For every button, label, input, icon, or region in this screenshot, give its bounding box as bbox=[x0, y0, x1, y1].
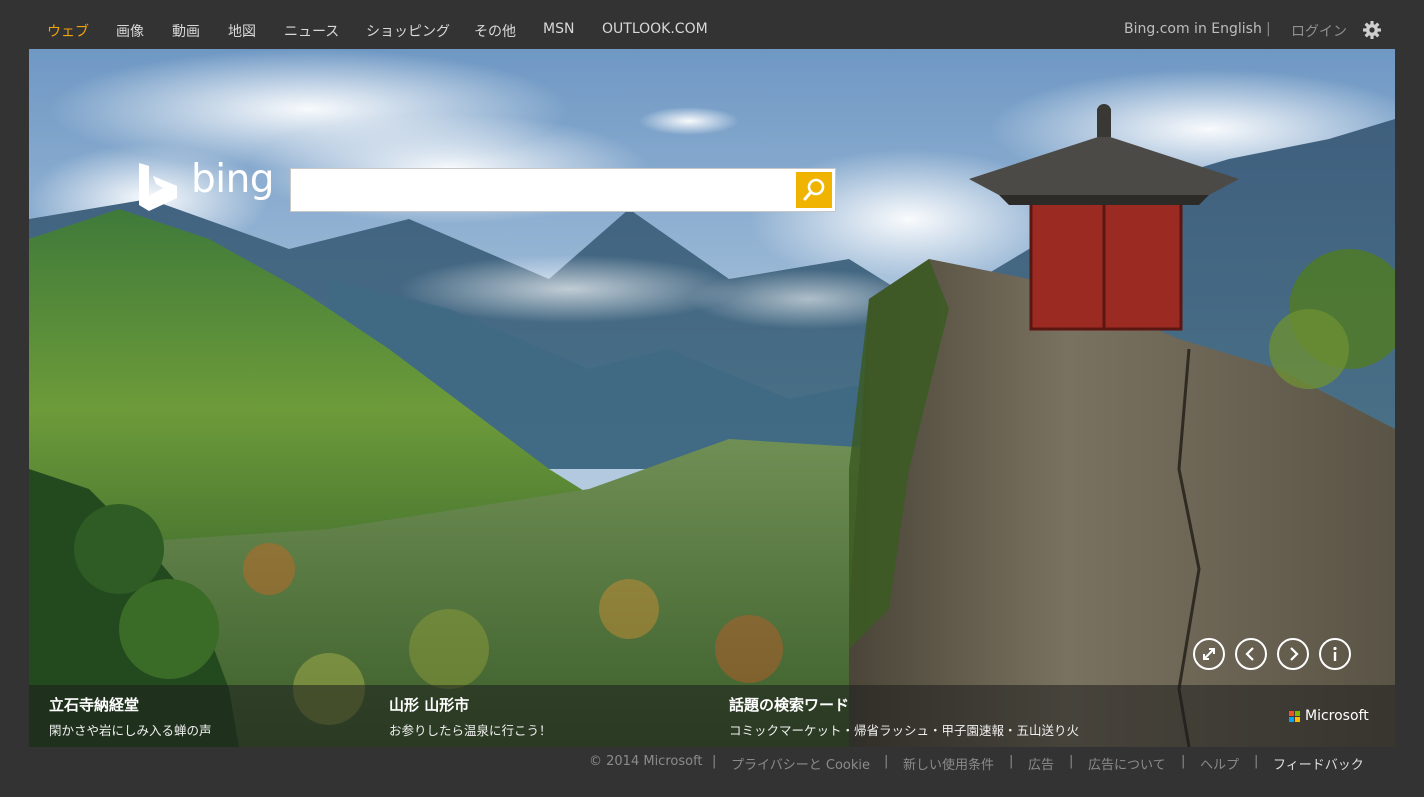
bing-logo-text: bing bbox=[191, 157, 275, 202]
search-button[interactable] bbox=[796, 172, 832, 208]
nav-web[interactable]: ウェブ bbox=[47, 21, 89, 41]
nav-outlook[interactable]: OUTLOOK.COM bbox=[602, 21, 708, 37]
footer-separator: | bbox=[884, 754, 889, 769]
expand-icon bbox=[1203, 648, 1215, 660]
caption-location-title: 立石寺納経堂 bbox=[49, 696, 140, 714]
next-icon bbox=[1290, 647, 1299, 661]
caption-area-title: 山形 山形市 bbox=[389, 696, 470, 714]
footer-separator: | bbox=[1009, 754, 1014, 769]
nav-videos[interactable]: 動画 bbox=[172, 21, 200, 41]
nav-more[interactable]: その他 bbox=[474, 21, 516, 41]
info-button[interactable] bbox=[1319, 638, 1351, 670]
footer-ads-link[interactable]: 広告 bbox=[1028, 754, 1054, 773]
next-image-button[interactable] bbox=[1277, 638, 1309, 670]
caption-trending-title: 話題の検索ワード bbox=[729, 696, 850, 714]
footer-privacy-link[interactable]: プライバシーと Cookie bbox=[731, 754, 870, 773]
nav-msn[interactable]: MSN bbox=[543, 21, 574, 37]
microsoft-squares-icon bbox=[1289, 711, 1301, 723]
footer: © 2014 Microsoft | プライバシーと Cookie | 新しい使… bbox=[0, 754, 1424, 774]
caption-bar: 立石寺納経堂 閑かさや岩にしみ入る蝉の声 山形 山形市 お参りしたら温泉に行こう… bbox=[29, 685, 1395, 747]
search-icon bbox=[803, 178, 825, 201]
footer-about-ads-link[interactable]: 広告について bbox=[1088, 754, 1166, 773]
nav-news[interactable]: ニュース bbox=[284, 21, 339, 41]
caption-trending-subtitle: コミックマーケット・帰省ラッシュ・甲子園速報・五山送り火 bbox=[729, 723, 1080, 738]
nav-images[interactable]: 画像 bbox=[116, 21, 144, 41]
nav-maps[interactable]: 地図 bbox=[228, 21, 256, 41]
info-icon bbox=[1333, 646, 1337, 661]
footer-help-link[interactable]: ヘルプ bbox=[1200, 754, 1239, 773]
caption-trending[interactable]: 話題の検索ワード コミックマーケット・帰省ラッシュ・甲子園速報・五山送り火 bbox=[729, 694, 1149, 739]
footer-terms-link[interactable]: 新しい使用条件 bbox=[903, 754, 994, 773]
bing-logo[interactable]: bing bbox=[137, 157, 277, 213]
previous-image-button[interactable] bbox=[1235, 638, 1267, 670]
hero-image: bing 立石寺納経堂 閑かさや岩にしみ入る蝉の声 山形 山形市 お参りしたら温… bbox=[29, 49, 1395, 747]
search-input[interactable] bbox=[291, 169, 791, 211]
caption-area-subtitle: お参りしたら温泉に行こう！ bbox=[389, 723, 552, 738]
nav-separator: | bbox=[1266, 21, 1271, 37]
search-box bbox=[290, 168, 836, 212]
caption-location[interactable]: 立石寺納経堂 閑かさや岩にしみ入る蝉の声 bbox=[49, 694, 369, 739]
login-link[interactable]: ログイン bbox=[1291, 21, 1347, 41]
gear-icon[interactable] bbox=[1362, 20, 1382, 40]
expand-button[interactable] bbox=[1193, 638, 1225, 670]
top-navigation: ウェブ 画像 動画 地図 ニュース ショッピング その他 MSN OUTLOOK… bbox=[0, 0, 1424, 49]
english-link[interactable]: Bing.com in English bbox=[1124, 21, 1262, 37]
footer-separator: | bbox=[712, 754, 717, 769]
footer-copyright: © 2014 Microsoft bbox=[589, 754, 703, 769]
previous-icon bbox=[1245, 647, 1254, 661]
microsoft-label: Microsoft bbox=[1305, 708, 1369, 724]
caption-location-subtitle: 閑かさや岩にしみ入る蝉の声 bbox=[49, 723, 212, 738]
bing-logo-mark-icon bbox=[139, 163, 177, 211]
footer-separator: | bbox=[1069, 754, 1074, 769]
caption-area[interactable]: 山形 山形市 お参りしたら温泉に行こう！ bbox=[389, 694, 709, 739]
nav-shopping[interactable]: ショッピング bbox=[366, 21, 450, 41]
landscape-photo bbox=[29, 49, 1395, 747]
footer-separator: | bbox=[1254, 754, 1259, 769]
footer-separator: | bbox=[1181, 754, 1186, 769]
footer-feedback-link[interactable]: フィードバック bbox=[1273, 754, 1364, 773]
